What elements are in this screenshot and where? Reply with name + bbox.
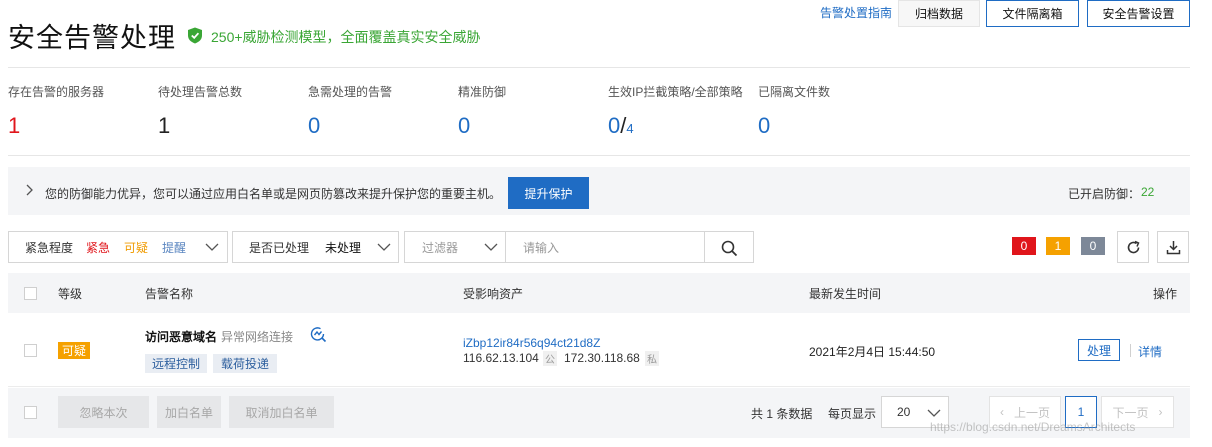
per-page-value: 20 [897, 405, 911, 419]
select-all-checkbox[interactable] [24, 287, 37, 300]
trace-analysis-icon[interactable] [310, 326, 327, 343]
refresh-icon [1127, 240, 1140, 254]
action-separator [1130, 344, 1131, 357]
search-input-placeholder: 请输入 [523, 241, 560, 255]
banner-text: 您的防御能力优异，您可以通过应用白名单或是网页防篡改来提升保护您的重要主机。 [45, 187, 502, 201]
page-subtitle: 250+威胁检测模型，全面覆盖真实安全威胁 [211, 29, 481, 45]
alert-guide-link[interactable]: 告警处置指南 [820, 4, 892, 21]
chevron-down-icon [205, 243, 219, 251]
private-ip-tag: 私 [645, 351, 659, 366]
column-header-asset: 受影响资产 [463, 287, 524, 301]
stat-value-pending[interactable]: 1 [158, 113, 170, 139]
ip-policies-total: 4 [626, 121, 634, 136]
asset-public-ip: 116.62.13.104 [463, 351, 539, 365]
row-checkbox[interactable] [24, 344, 37, 357]
download-icon [1166, 241, 1181, 255]
stats-divider [8, 155, 1190, 156]
column-header-level: 等级 [58, 287, 83, 301]
next-page-label: 下一页 [1112, 405, 1149, 420]
field-filter-placeholder: 过滤器 [422, 241, 459, 255]
watermark: https://blog.csdn.net/DreamsArchitects [930, 420, 1136, 434]
handle-button[interactable]: 处理 [1078, 339, 1120, 361]
archive-data-button[interactable]: 归档数据 [898, 0, 980, 27]
level-badge: 可疑 [58, 342, 90, 359]
chevron-right-icon: › [1158, 405, 1163, 419]
upgrade-protection-button[interactable]: 提升保护 [508, 177, 589, 209]
alert-tag-payload-delivery: 载荷投递 [213, 354, 277, 373]
column-header-time: 最新发生时间 [809, 287, 882, 301]
add-whitelist-button[interactable]: 加白名单 [157, 396, 221, 428]
search-button[interactable] [704, 231, 754, 263]
chevron-down-icon [927, 409, 941, 417]
table-row [8, 313, 1190, 387]
stat-label-servers: 存在告警的服务器 [8, 85, 105, 99]
stat-value-ip-policies[interactable]: 0/4 [608, 113, 634, 139]
chevron-left-icon: ‹ [999, 405, 1004, 419]
handled-filter-value: 未处理 [325, 241, 362, 255]
column-header-alert-name: 告警名称 [145, 287, 194, 301]
asset-private-ip: 172.30.118.68 [564, 351, 640, 365]
stat-label-precise-defense: 精准防御 [458, 85, 507, 99]
alert-type: 异常网络连接 [221, 330, 294, 344]
chevron-down-icon [377, 243, 391, 251]
latest-occurrence-time: 2021年2月4日 15:44:50 [809, 345, 936, 359]
file-quarantine-button[interactable]: 文件隔离箱 [986, 0, 1079, 27]
alert-tag-remote-control: 远程控制 [145, 354, 207, 373]
severity-tag-urgent[interactable]: 紧急 [86, 239, 110, 256]
asset-instance-id-link[interactable]: iZbp12ir84r56q94ct21d8Z [463, 336, 600, 350]
severity-filter-label: 紧急程度 [25, 241, 74, 255]
shield-icon [188, 27, 202, 44]
severity-tag-suspicious[interactable]: 可疑 [124, 239, 148, 256]
count-badge-reminder: 0 [1081, 237, 1105, 255]
count-badge-suspicious: 1 [1046, 237, 1070, 255]
handled-filter-label: 是否已处理 [249, 241, 310, 255]
column-header-actions: 操作 [1153, 287, 1178, 301]
alert-name[interactable]: 访问恶意域名 [145, 328, 217, 345]
footer-select-all-checkbox[interactable] [24, 406, 37, 419]
stat-value-urgent[interactable]: 0 [308, 113, 320, 139]
ip-policies-active: 0 [608, 113, 621, 138]
defense-enabled-label: 已开启防御： [1068, 187, 1141, 201]
header-divider [8, 67, 1190, 68]
stat-label-pending: 待处理告警总数 [158, 85, 243, 99]
defense-enabled-count: 22 [1141, 185, 1155, 199]
stat-value-quarantined[interactable]: 0 [758, 113, 770, 139]
public-ip-tag: 公 [543, 351, 557, 366]
chevron-right-icon[interactable] [24, 184, 34, 196]
total-count-text: 共 1 条数据 [751, 407, 813, 421]
stat-label-urgent: 急需处理的告警 [308, 85, 393, 99]
chevron-down-icon [484, 243, 498, 251]
details-link[interactable]: 详情 [1138, 343, 1162, 360]
export-button[interactable] [1157, 231, 1189, 263]
ignore-once-button[interactable]: 忽略本次 [58, 396, 149, 428]
refresh-button[interactable] [1117, 231, 1149, 263]
search-icon [721, 240, 738, 257]
stat-label-ip-policies: 生效IP拦截策略/全部策略 [608, 85, 743, 99]
stat-label-quarantined: 已隔离文件数 [758, 85, 831, 99]
stat-value-precise-defense[interactable]: 0 [458, 113, 470, 139]
remove-whitelist-button[interactable]: 取消加白名单 [229, 396, 334, 428]
prev-page-label: 上一页 [1013, 405, 1050, 420]
severity-tag-reminder[interactable]: 提醒 [162, 239, 186, 256]
page-title: 安全告警处理 [8, 23, 176, 53]
alert-settings-button[interactable]: 安全告警设置 [1087, 0, 1190, 27]
count-badge-urgent: 0 [1012, 237, 1036, 255]
per-page-label: 每页显示 [828, 407, 877, 421]
stat-value-servers[interactable]: 1 [8, 113, 20, 139]
